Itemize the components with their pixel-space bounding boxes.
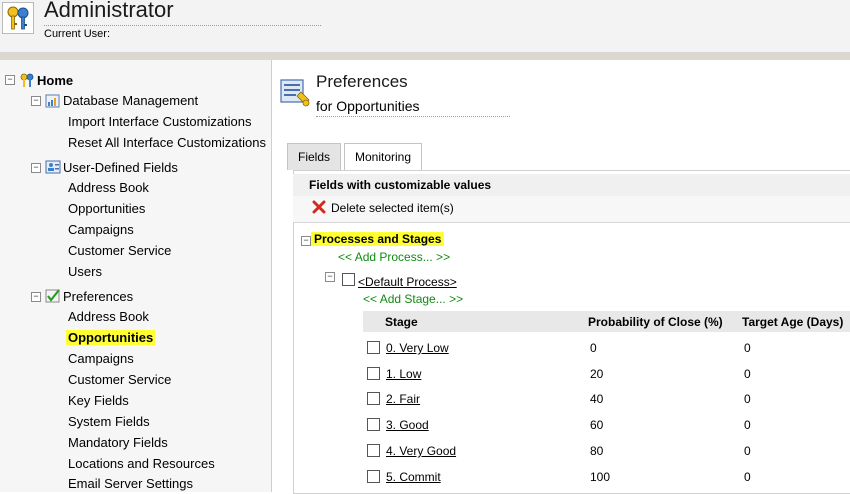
tree-pref-system-fields[interactable]: System Fields (68, 414, 150, 429)
tree-pref-customer-service[interactable]: Customer Service (68, 372, 171, 387)
stage-link[interactable]: 2. Fair (386, 392, 420, 406)
tree-database-management[interactable]: Database Management (63, 93, 198, 108)
tree-pref-campaigns[interactable]: Campaigns (68, 351, 134, 366)
tree-pref-mandatory-fields[interactable]: Mandatory Fields (68, 435, 168, 450)
collapse-toggle-processes[interactable]: − (301, 236, 311, 246)
processes-and-stages-label: Processes and Stages (311, 232, 445, 246)
stage-link[interactable]: 1. Low (386, 367, 421, 381)
stage-link[interactable]: 3. Good (386, 418, 429, 432)
collapse-toggle-database-management[interactable]: − (31, 96, 41, 106)
tree-user-defined-fields[interactable]: User-Defined Fields (63, 160, 178, 175)
tab-monitoring[interactable]: Monitoring (344, 143, 422, 170)
title-divider (316, 116, 510, 117)
stage-link[interactable]: 4. Very Good (386, 444, 456, 458)
keys-icon (2, 2, 34, 34)
tree-import-interface-customizations[interactable]: Import Interface Customizations (68, 114, 252, 129)
column-header-target-age: Target Age (Days) (742, 315, 844, 329)
checkmark-icon (45, 288, 61, 304)
user-fields-icon (45, 159, 61, 175)
title-divider (44, 25, 321, 26)
column-header-probability: Probability of Close (%) (588, 315, 723, 329)
red-x-icon[interactable] (312, 200, 326, 214)
current-user-label: Current User: (44, 28, 111, 40)
stage-probability: 80 (590, 444, 604, 458)
header-band (0, 53, 850, 60)
delete-selected-button[interactable]: Delete selected item(s) (331, 201, 454, 215)
stage-target-age: 0 (744, 444, 751, 458)
page-title: Preferences (316, 72, 408, 91)
tree-udf-opportunities[interactable]: Opportunities (68, 201, 145, 216)
stage-target-age: 0 (744, 392, 751, 406)
home-keys-icon (19, 72, 35, 88)
stage-link[interactable]: 5. Commit (386, 470, 441, 484)
column-header-stage: Stage (385, 315, 418, 329)
collapse-toggle-preferences[interactable]: − (31, 292, 41, 302)
add-stage-link[interactable]: << Add Stage... >> (363, 292, 463, 306)
stage-row-checkbox[interactable] (367, 392, 380, 405)
tree-udf-users[interactable]: Users (68, 264, 102, 279)
collapse-toggle-home[interactable]: − (5, 75, 15, 85)
preferences-page-icon (279, 76, 311, 108)
stage-link[interactable]: 0. Very Low (386, 341, 449, 355)
stage-probability: 40 (590, 392, 604, 406)
stage-target-age: 0 (744, 341, 751, 355)
stage-row-checkbox[interactable] (367, 418, 380, 431)
tree-preferences[interactable]: Preferences (63, 289, 133, 304)
tree-pref-email-server-settings[interactable]: Email Server Settings (68, 476, 193, 491)
stage-row-checkbox[interactable] (367, 367, 380, 380)
tree-pref-locations-and-resources[interactable]: Locations and Resources (68, 456, 215, 471)
database-icon (45, 93, 61, 109)
stage-probability: 100 (590, 470, 611, 484)
app-title: Administrator (44, 0, 174, 22)
stage-row-checkbox[interactable] (367, 444, 380, 457)
tree-pref-opportunities[interactable]: Opportunities (66, 330, 156, 345)
tab-fields[interactable]: Fields (287, 143, 341, 170)
stage-row-checkbox[interactable] (367, 341, 380, 354)
tree-pref-address-book[interactable]: Address Book (68, 309, 149, 324)
stage-probability: 60 (590, 418, 604, 432)
panel-title: Fields with customizable values (309, 178, 492, 192)
tree-home[interactable]: Home (37, 73, 73, 88)
add-process-link[interactable]: << Add Process... >> (338, 250, 450, 264)
stage-probability: 20 (590, 367, 604, 381)
collapse-toggle-default-process[interactable]: − (325, 272, 335, 282)
tree-udf-address-book[interactable]: Address Book (68, 180, 149, 195)
collapse-toggle-user-defined-fields[interactable]: − (31, 163, 41, 173)
default-process-link[interactable]: <Default Process> (358, 275, 457, 289)
tree-udf-campaigns[interactable]: Campaigns (68, 222, 134, 237)
stage-target-age: 0 (744, 367, 751, 381)
stage-target-age: 0 (744, 470, 751, 484)
tree-udf-customer-service[interactable]: Customer Service (68, 243, 171, 258)
tree-reset-all-interface-customizations[interactable]: Reset All Interface Customizations (68, 135, 266, 150)
default-process-checkbox[interactable] (342, 273, 355, 286)
stage-target-age: 0 (744, 418, 751, 432)
tree-pref-key-fields[interactable]: Key Fields (68, 393, 129, 408)
stage-probability: 0 (590, 341, 597, 355)
page-subtitle: for Opportunities (316, 98, 420, 114)
stage-row-checkbox[interactable] (367, 470, 380, 483)
